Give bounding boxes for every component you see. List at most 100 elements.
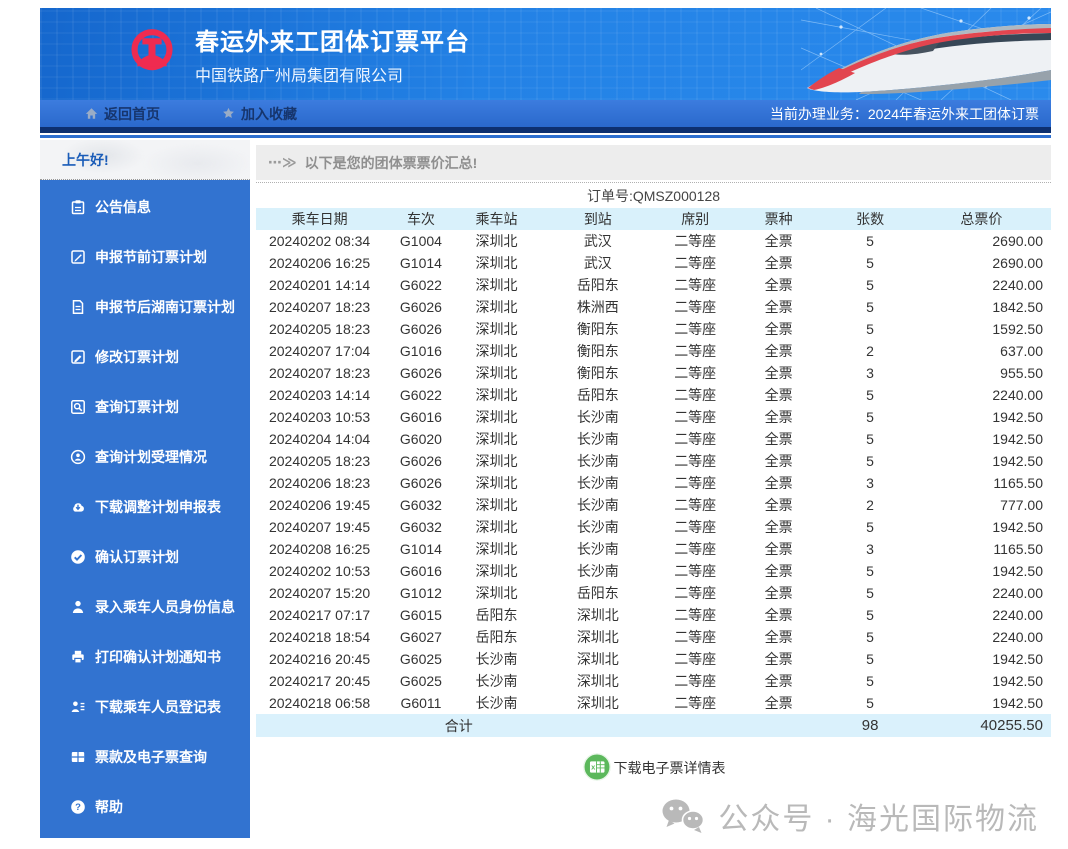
sidebar-item-download-passenger-form[interactable]: 下载乘车人员登记表 bbox=[40, 682, 250, 732]
user-status-icon bbox=[69, 449, 86, 465]
order-number-value: QMSZ000128 bbox=[633, 188, 720, 204]
edit-icon bbox=[69, 349, 86, 365]
table-cell: 3 bbox=[828, 472, 911, 494]
table-cell: 全票 bbox=[729, 692, 828, 714]
table-cell: 深圳北 bbox=[459, 538, 535, 560]
table-cell: 20240206 18:23 bbox=[256, 472, 383, 494]
table-cell: 长沙南 bbox=[459, 670, 535, 692]
table-cell: 5 bbox=[828, 560, 911, 582]
favorite-link-label: 加入收藏 bbox=[241, 104, 297, 124]
favorite-link[interactable]: 加入收藏 bbox=[222, 104, 297, 124]
svg-text:?: ? bbox=[75, 802, 81, 813]
table-cell: G6015 bbox=[383, 604, 459, 626]
table-cell: 深圳北 bbox=[459, 340, 535, 362]
table-cell: 深圳北 bbox=[459, 406, 535, 428]
sidebar-item-query-plan-status[interactable]: 查询计划受理情况 bbox=[40, 432, 250, 482]
table-cell: 1592.50 bbox=[912, 318, 1051, 340]
table-cell: 20240208 16:25 bbox=[256, 538, 383, 560]
table-cell: 深圳北 bbox=[459, 428, 535, 450]
page: 春运外来工团体订票平台 中国铁路广州局集团有限公司 bbox=[0, 0, 1068, 849]
sidebar-item-announcements[interactable]: 公告信息 bbox=[40, 182, 250, 232]
order-number: 订单号:QMSZ000128 bbox=[256, 182, 1051, 208]
current-business-label: 当前办理业务：2024年春运外来工团体订票 bbox=[770, 104, 1039, 124]
table-cell: 长沙南 bbox=[534, 450, 661, 472]
table-cell: 2 bbox=[828, 494, 911, 516]
banner-left: 春运外来工团体订票平台 中国铁路广州局集团有限公司 bbox=[40, 8, 1051, 100]
table-cell: 20240203 10:53 bbox=[256, 406, 383, 428]
table-cell: 武汉 bbox=[534, 230, 661, 252]
table-cell: G6026 bbox=[383, 362, 459, 384]
table-cell: 20240206 16:25 bbox=[256, 252, 383, 274]
table-cell: G6025 bbox=[383, 648, 459, 670]
table-cell: 深圳北 bbox=[459, 362, 535, 384]
divider-blue bbox=[40, 135, 1051, 138]
breadcrumb-label: 以下是您的团体票票价汇总! bbox=[305, 153, 478, 173]
table-cell: 长沙南 bbox=[534, 406, 661, 428]
table-cell: 1942.50 bbox=[912, 428, 1051, 450]
table-cell: 2690.00 bbox=[912, 230, 1051, 252]
table-cell: 深圳北 bbox=[459, 230, 535, 252]
table-row: 20240217 20:45G6025长沙南深圳北二等座全票51942.50 bbox=[256, 670, 1051, 692]
table-cell: 深圳北 bbox=[459, 318, 535, 340]
column-header: 张数 bbox=[828, 208, 911, 230]
table-row: 20240202 08:34G1004深圳北武汉二等座全票52690.00 bbox=[256, 230, 1051, 252]
table-cell: 全票 bbox=[729, 560, 828, 582]
table-cell: 长沙南 bbox=[459, 692, 535, 714]
sidebar-item-download-adjust-form[interactable]: 下载调整计划申报表 bbox=[40, 482, 250, 532]
table-cell: 二等座 bbox=[661, 560, 729, 582]
table-cell: G6026 bbox=[383, 318, 459, 340]
sidebar-item-ticket-payment-query[interactable]: 票款及电子票查询 bbox=[40, 732, 250, 782]
table-cell: 二等座 bbox=[661, 604, 729, 626]
sidebar-item-post-festival-hunan-plan[interactable]: 申报节后湖南订票计划 bbox=[40, 282, 250, 332]
table-cell: 5 bbox=[828, 318, 911, 340]
table-cell: 深圳北 bbox=[459, 252, 535, 274]
table-total-row: 合计9840255.50 bbox=[256, 714, 1051, 737]
site-container: 春运外来工团体订票平台 中国铁路广州局集团有限公司 bbox=[40, 8, 1051, 838]
table-cell: 20240205 18:23 bbox=[256, 318, 383, 340]
table-cell: 岳阳东 bbox=[459, 604, 535, 626]
table-cell: 深圳北 bbox=[459, 516, 535, 538]
home-link[interactable]: 返回首页 bbox=[85, 104, 160, 124]
home-link-label: 返回首页 bbox=[104, 104, 160, 124]
download-eticket-link[interactable]: x 下载电子票详情表 bbox=[582, 748, 726, 778]
table-cell: 二等座 bbox=[661, 626, 729, 648]
page-title: 春运外来工团体订票平台 bbox=[195, 22, 470, 57]
table-cell: 2240.00 bbox=[912, 626, 1051, 648]
table-cell: 二等座 bbox=[661, 494, 729, 516]
fare-summary-table: 乘车日期车次乘车站到站席别票种张数总票价 20240202 08:34G1004… bbox=[256, 208, 1051, 737]
table-cell: 5 bbox=[828, 428, 911, 450]
table-cell: 全票 bbox=[729, 296, 828, 318]
table-cell: 二等座 bbox=[661, 230, 729, 252]
table-cell: 5 bbox=[828, 516, 911, 538]
table-cell: 岳阳东 bbox=[534, 384, 661, 406]
table-row: 20240207 18:23G6026深圳北衡阳东二等座全票3955.50 bbox=[256, 362, 1051, 384]
table-cell: 全票 bbox=[729, 406, 828, 428]
navbar: 返回首页 加入收藏 当前办理业务：2024年春运外来工团体订票 bbox=[40, 100, 1051, 127]
column-header: 票种 bbox=[729, 208, 828, 230]
sidebar-item-pre-festival-plan[interactable]: 申报节前订票计划 bbox=[40, 232, 250, 282]
table-cell: 长沙南 bbox=[534, 516, 661, 538]
watermark: 公众号 · 海光国际物流 bbox=[256, 794, 1051, 838]
table-cell: 全票 bbox=[729, 362, 828, 384]
sidebar-item-modify-plan[interactable]: 修改订票计划 bbox=[40, 332, 250, 382]
table-cell: 全票 bbox=[729, 538, 828, 560]
table-cell: G6032 bbox=[383, 494, 459, 516]
sidebar-item-enter-passenger-id[interactable]: 录入乘车人员身份信息 bbox=[40, 582, 250, 632]
table-cell: 1942.50 bbox=[912, 692, 1051, 714]
main-panel: ⋯≫ 以下是您的团体票票价汇总! 订单号:QMSZ000128 乘车日期车次乘车… bbox=[256, 140, 1051, 838]
table-cell: 5 bbox=[828, 384, 911, 406]
table-row: 20240217 07:17G6015岳阳东深圳北二等座全票52240.00 bbox=[256, 604, 1051, 626]
sidebar-item-query-plan[interactable]: 查询订票计划 bbox=[40, 382, 250, 432]
table-cell: 深圳北 bbox=[459, 450, 535, 472]
table-cell: 20240201 14:14 bbox=[256, 274, 383, 296]
table-cell: 二等座 bbox=[661, 406, 729, 428]
sidebar-item-confirm-plan[interactable]: 确认订票计划 bbox=[40, 532, 250, 582]
table-row: 20240201 14:14G6022深圳北岳阳东二等座全票52240.00 bbox=[256, 274, 1051, 296]
table-cell: 1842.50 bbox=[912, 296, 1051, 318]
table-cell: 全票 bbox=[729, 670, 828, 692]
table-cell: 5 bbox=[828, 692, 911, 714]
sidebar-item-help[interactable]: ?帮助 bbox=[40, 782, 250, 832]
table-row: 20240218 06:58G6011长沙南深圳北二等座全票51942.50 bbox=[256, 692, 1051, 714]
sidebar-item-print-confirm-notice[interactable]: 打印确认计划通知书 bbox=[40, 632, 250, 682]
header-banner: 春运外来工团体订票平台 中国铁路广州局集团有限公司 bbox=[40, 8, 1051, 100]
